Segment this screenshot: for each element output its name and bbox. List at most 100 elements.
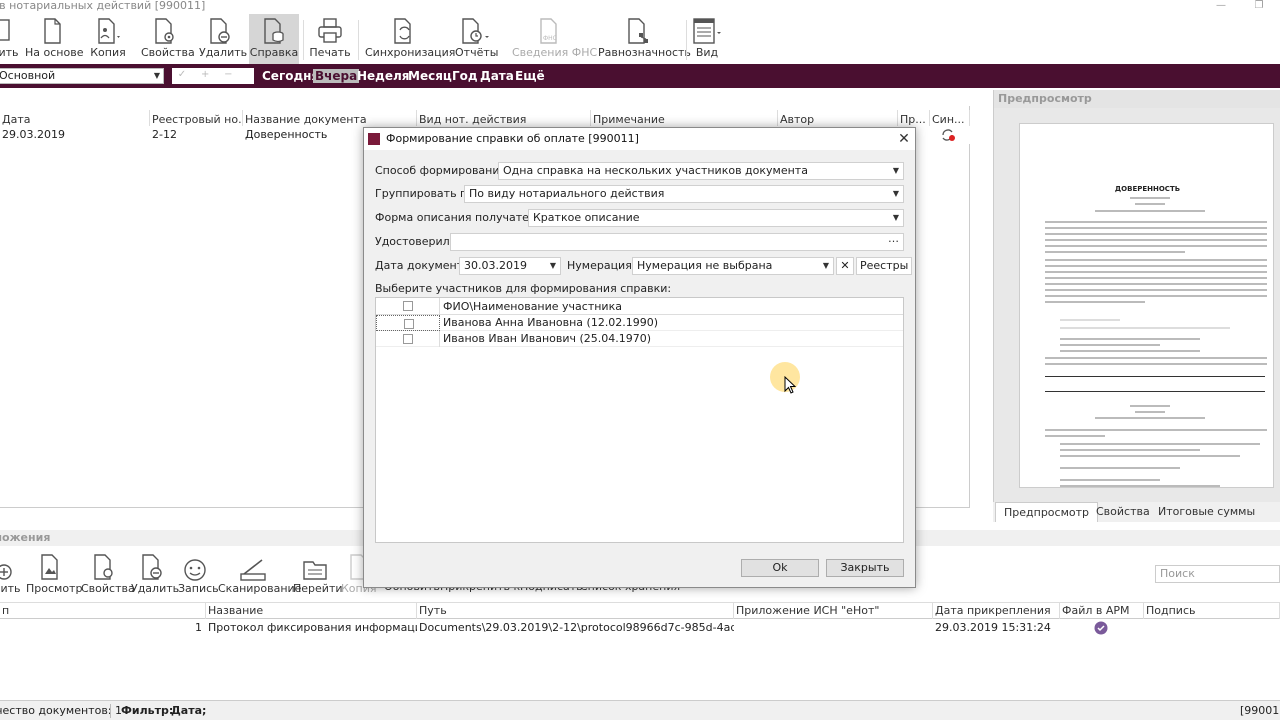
participant-checkbox[interactable] — [404, 319, 414, 329]
period-more[interactable]: Ещё — [515, 69, 545, 83]
chevron-down-icon: ▼ — [892, 189, 899, 198]
column-signature[interactable]: Подпись — [1144, 603, 1280, 619]
check-circle-icon — [1094, 621, 1108, 635]
restore-icon[interactable]: ❐ — [1252, 0, 1266, 12]
date-picker[interactable]: 30.03.2019 ▼ — [459, 257, 561, 275]
scanner-icon — [240, 559, 266, 581]
copy-document-icon — [98, 18, 120, 44]
method-label: Способ формирования: — [375, 164, 510, 177]
participants-grid: ФИО\Наименование участника Иванова Анна … — [375, 297, 904, 543]
close-button[interactable]: Закрыть — [826, 559, 904, 577]
group-select[interactable]: По виду нотариального действия ▼ — [464, 185, 904, 203]
registries-button[interactable]: Реестры — [856, 257, 913, 275]
participant-name: Иванов Иван Иванович (25.04.1970) — [443, 332, 652, 345]
filter-label: Фильтр: — [121, 704, 174, 717]
properties-button[interactable]: Свойства — [141, 14, 195, 64]
status-bar: чество документов: 1 Фильтр: Дата; [9900… — [0, 700, 1280, 720]
period-today[interactable]: Сегодня — [262, 69, 319, 83]
preview-tabs: Предпросмотр Свойства Итоговые суммы — [993, 502, 1280, 522]
toolbar-separator — [303, 20, 304, 60]
numbering-label: Нумерация: — [567, 259, 636, 272]
add-button[interactable]: вить — [0, 14, 19, 64]
plus-icon[interactable]: + — [195, 68, 215, 82]
attach-record-button[interactable]: Запись — [178, 548, 219, 600]
document-delete-icon — [142, 554, 162, 580]
column-name[interactable]: Название — [206, 603, 417, 619]
tab-totals[interactable]: Итоговые суммы — [1150, 502, 1263, 522]
document-gear-icon — [155, 18, 174, 44]
select-all-checkbox[interactable] — [403, 301, 413, 311]
based-on-button[interactable]: На основе — [25, 14, 83, 64]
list-item[interactable]: Иванова Анна Ивановна (12.02.1990) — [376, 315, 903, 331]
certificate-button[interactable]: Справка — [249, 14, 299, 64]
column-file-in-arm[interactable]: Файл в АРМ — [1060, 603, 1144, 619]
table-row[interactable]: 1 Протокол фиксирования информации о... … — [0, 619, 1280, 637]
tab-preview[interactable]: Предпросмотр — [995, 502, 1098, 522]
sync-status-icon — [942, 129, 955, 141]
app-logo-icon — [368, 133, 380, 145]
document-network-icon — [628, 18, 648, 44]
column-app[interactable]: Приложение ИСН "еНот" — [734, 603, 933, 619]
folder-icon — [303, 561, 327, 580]
period-week[interactable]: Неделя — [357, 69, 410, 83]
minus-icon[interactable]: − — [218, 68, 238, 82]
column-number[interactable]: п — [0, 603, 206, 619]
registry-select[interactable]: Основной ▼ — [0, 68, 164, 84]
attach-delete-button[interactable]: Удалить — [131, 548, 179, 600]
payment-certificate-dialog: Формирование справки об оплате [990011] … — [363, 127, 916, 588]
close-icon[interactable]: ✕ — [896, 130, 912, 148]
ellipsis-icon[interactable]: … — [888, 234, 899, 247]
delete-button[interactable]: Удалить — [199, 14, 247, 64]
attachments-grid-header: п Название Путь Приложение ИСН "еНот" Да… — [0, 602, 1280, 619]
participants-header: ФИО\Наименование участника — [376, 298, 903, 315]
recipient-select[interactable]: Краткое описание ▼ — [528, 209, 904, 227]
fns-info-button[interactable]: ФНС Сведения ФНС — [512, 14, 597, 64]
attach-goto-button[interactable]: Перейти — [293, 548, 343, 600]
period-yesterday[interactable]: Вчера — [313, 69, 360, 83]
preview-heading: ДОВЕРЕННОСТЬ — [1114, 185, 1181, 193]
period-date[interactable]: Дата — [480, 69, 514, 83]
attach-scan-button[interactable]: Сканирование — [218, 548, 301, 600]
method-select[interactable]: Одна справка на нескольких участников до… — [498, 162, 904, 180]
period-month[interactable]: Месяц — [408, 69, 452, 83]
numbering-select[interactable]: Нумерация не выбрана ▼ — [632, 257, 834, 275]
reports-button[interactable]: Отчёты — [455, 14, 498, 64]
attach-add-button[interactable]: вить — [0, 548, 21, 600]
status-right: [990011 — [1240, 704, 1280, 717]
document-delete-icon — [210, 18, 230, 44]
minimize-icon[interactable]: — — [1214, 0, 1228, 12]
clear-numbering-button[interactable]: ✕ — [836, 257, 854, 275]
list-item[interactable]: Иванов Иван Иванович (25.04.1970) — [376, 331, 903, 347]
document-database-icon — [264, 18, 284, 44]
document-clock-icon — [462, 18, 489, 44]
ok-button[interactable]: Ok — [741, 559, 819, 577]
certifier-label: Удостоверил: — [375, 235, 454, 248]
fns-document-icon: ФНС — [540, 18, 557, 44]
date-tools: ✓ + − — [172, 68, 254, 84]
attach-view-button[interactable]: Просмотр — [26, 548, 82, 600]
view-button[interactable]: Вид — [690, 14, 724, 64]
participant-checkbox[interactable] — [403, 334, 413, 344]
cell-number: 1 — [195, 621, 202, 634]
image-document-icon — [41, 554, 58, 580]
mouse-cursor-icon — [784, 376, 797, 394]
toolbar-separator — [358, 20, 359, 60]
column-path[interactable]: Путь — [417, 603, 734, 619]
cell-registry-number: 2-12 — [152, 128, 177, 141]
document-preview-page[interactable]: ДОВЕРЕННОСТЬ — [1019, 123, 1274, 488]
print-button[interactable]: Печать — [309, 14, 351, 64]
column-attach-date[interactable]: Дата прикрепления — [933, 603, 1060, 619]
equivalence-button[interactable]: Равнозначность — [598, 14, 691, 64]
attach-properties-button[interactable]: Свойства — [81, 548, 135, 600]
tab-properties[interactable]: Свойства — [1088, 502, 1158, 522]
cell-document-name: Доверенность — [245, 128, 328, 141]
smiley-icon — [184, 559, 206, 581]
search-input[interactable]: Поиск — [1155, 565, 1280, 583]
chevron-down-icon: ▼ — [822, 261, 829, 270]
period-year[interactable]: Год — [452, 69, 478, 83]
title-bar: ив нотариальных действий [990011] — ❐ — [0, 0, 1280, 14]
certifier-field[interactable]: … — [450, 233, 904, 251]
copy-button[interactable]: Копия — [90, 14, 126, 64]
check-icon[interactable]: ✓ — [172, 68, 192, 82]
sync-button[interactable]: Синхронизация — [365, 14, 455, 64]
